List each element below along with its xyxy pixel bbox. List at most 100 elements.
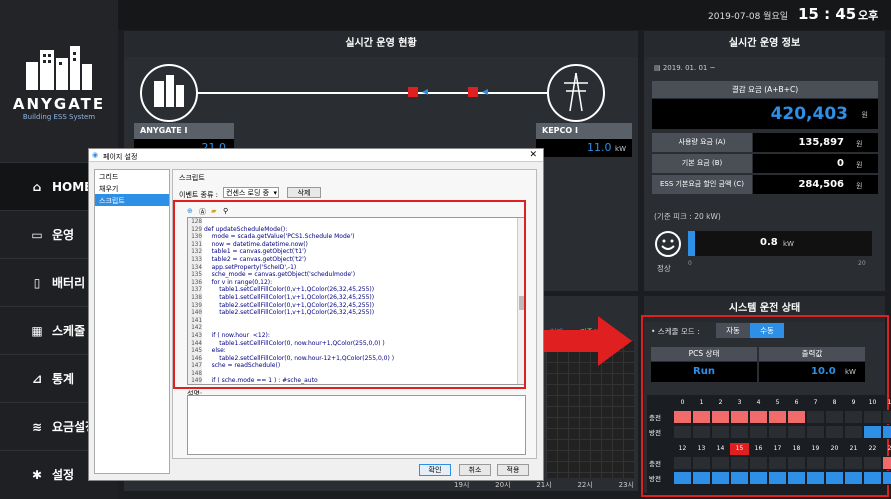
dialog-side-item[interactable]: 채우기 xyxy=(95,182,169,194)
dialog-side-item[interactable]: 스크립트 xyxy=(95,194,169,206)
charge-cell[interactable] xyxy=(692,456,711,470)
discharge-cell[interactable] xyxy=(863,425,882,439)
discharge-cell[interactable] xyxy=(863,471,882,485)
charge-row-label: 충전 xyxy=(649,460,661,468)
mode-auto-button[interactable]: 자동 xyxy=(716,323,750,338)
discharge-cell[interactable] xyxy=(711,471,730,485)
logo-area: ANYGATE Building ESS System xyxy=(0,0,118,162)
discharge-cell[interactable] xyxy=(806,471,825,485)
charge-cell[interactable] xyxy=(863,410,882,424)
discharge-cell[interactable] xyxy=(730,425,749,439)
right-node-unit: kW xyxy=(615,145,626,153)
mode-manual-button[interactable]: 수동 xyxy=(750,323,784,338)
total-unit: 원 xyxy=(861,111,868,119)
charge-cell[interactable] xyxy=(825,456,844,470)
app-icon: ◉ xyxy=(92,151,99,159)
tab-script[interactable]: 스크립트 xyxy=(179,173,205,183)
charge-cell[interactable] xyxy=(673,410,692,424)
nav-label: 운영 xyxy=(52,228,75,242)
discharge-cell[interactable] xyxy=(806,425,825,439)
charge-cell[interactable] xyxy=(863,456,882,470)
discharge-cell[interactable] xyxy=(711,425,730,439)
discharge-cell[interactable] xyxy=(730,471,749,485)
monitor-icon: ▭ xyxy=(31,227,43,242)
discharge-cell[interactable] xyxy=(882,425,891,439)
dialog-side-list: 그리드 채우기 스크립트 xyxy=(94,169,170,474)
discharge-cell[interactable] xyxy=(882,471,891,485)
pcs-value: Run xyxy=(651,362,757,382)
discharge-cell[interactable] xyxy=(787,425,806,439)
charge-cell[interactable] xyxy=(768,410,787,424)
nav-label: 배터리 xyxy=(52,276,86,290)
nav-label: 통계 xyxy=(52,372,75,386)
discharge-cell[interactable] xyxy=(825,425,844,439)
peak-unit: kW xyxy=(783,240,794,248)
charge-cell[interactable] xyxy=(711,410,730,424)
chart-xlabel: 20시 xyxy=(495,481,511,489)
peak-gauge: 0.8 kW xyxy=(688,231,872,256)
apply-button[interactable]: 적용 xyxy=(497,464,529,476)
charge-cell[interactable] xyxy=(692,410,711,424)
charge-cell[interactable] xyxy=(806,410,825,424)
hour-label: 22 xyxy=(868,445,877,452)
charge-cell[interactable] xyxy=(711,456,730,470)
gear-icon: ✱ xyxy=(31,467,43,482)
cancel-button[interactable]: 취소 xyxy=(459,464,491,476)
charge-cell[interactable] xyxy=(844,456,863,470)
status-text: 정상 xyxy=(657,264,671,273)
charge-cell[interactable] xyxy=(882,456,891,470)
date-range: ▤ 2019. 01. 01 ~ xyxy=(654,64,716,72)
discharge-cell[interactable] xyxy=(673,425,692,439)
discharge-cell[interactable] xyxy=(673,471,692,485)
top-bar: 2019-07-08 월요일 15 : 45 오후 xyxy=(118,0,891,30)
delete-button[interactable]: 삭제 xyxy=(287,187,321,198)
charge-cell[interactable] xyxy=(882,410,891,424)
nav-label: 스케줄 xyxy=(52,324,86,338)
total-box: 420,403 원 xyxy=(652,99,878,129)
charge-cell[interactable] xyxy=(787,456,806,470)
desc-textarea[interactable] xyxy=(187,395,526,455)
ok-button[interactable]: 확인 xyxy=(419,464,451,476)
hour-label: 13 xyxy=(697,445,706,452)
charge-cell[interactable] xyxy=(825,410,844,424)
charge-cell[interactable] xyxy=(844,410,863,424)
discharge-cell[interactable] xyxy=(768,471,787,485)
charge-cell[interactable] xyxy=(673,456,692,470)
event-label: 이벤트 종류 : xyxy=(179,191,219,199)
hour-label: 9 xyxy=(851,399,856,406)
calendar-icon: ▦ xyxy=(31,323,43,338)
hour-label: 17 xyxy=(773,445,782,452)
discharge-cell[interactable] xyxy=(749,471,768,485)
discharge-cell[interactable] xyxy=(692,471,711,485)
discharge-cell[interactable] xyxy=(692,425,711,439)
total-value: 420,403 xyxy=(770,104,848,124)
discharge-cell[interactable] xyxy=(768,425,787,439)
hour-label: 0 xyxy=(680,399,685,406)
charge-cell[interactable] xyxy=(730,456,749,470)
info-row-unit: 원 xyxy=(856,182,863,190)
clock-time: 15 : 45 xyxy=(798,5,857,23)
charge-cell[interactable] xyxy=(749,410,768,424)
mode-label: • 스케줄 모드 : xyxy=(651,327,700,336)
home-icon: ⌂ xyxy=(32,179,42,194)
charge-cell[interactable] xyxy=(749,456,768,470)
hour-label: 14 xyxy=(716,445,725,452)
close-icon[interactable]: ✕ xyxy=(529,150,537,160)
discharge-cell[interactable] xyxy=(787,471,806,485)
discharge-cell[interactable] xyxy=(844,425,863,439)
hour-label: 6 xyxy=(794,399,799,406)
discharge-cell[interactable] xyxy=(825,471,844,485)
discharge-cell[interactable] xyxy=(844,471,863,485)
dialog-side-item[interactable]: 그리드 xyxy=(95,170,169,182)
hour-label: 15 xyxy=(730,443,749,455)
event-select[interactable]: 컨센스 로딩 중 ▾ xyxy=(223,187,279,198)
charge-cell[interactable] xyxy=(768,456,787,470)
chevron-down-icon: ▾ xyxy=(273,189,277,197)
clock-ampm: 오후 xyxy=(858,9,879,22)
charge-cell[interactable] xyxy=(806,456,825,470)
hour-label: 20 xyxy=(830,445,839,452)
building-logo-icon xyxy=(26,46,92,90)
charge-cell[interactable] xyxy=(730,410,749,424)
discharge-cell[interactable] xyxy=(749,425,768,439)
charge-cell[interactable] xyxy=(787,410,806,424)
